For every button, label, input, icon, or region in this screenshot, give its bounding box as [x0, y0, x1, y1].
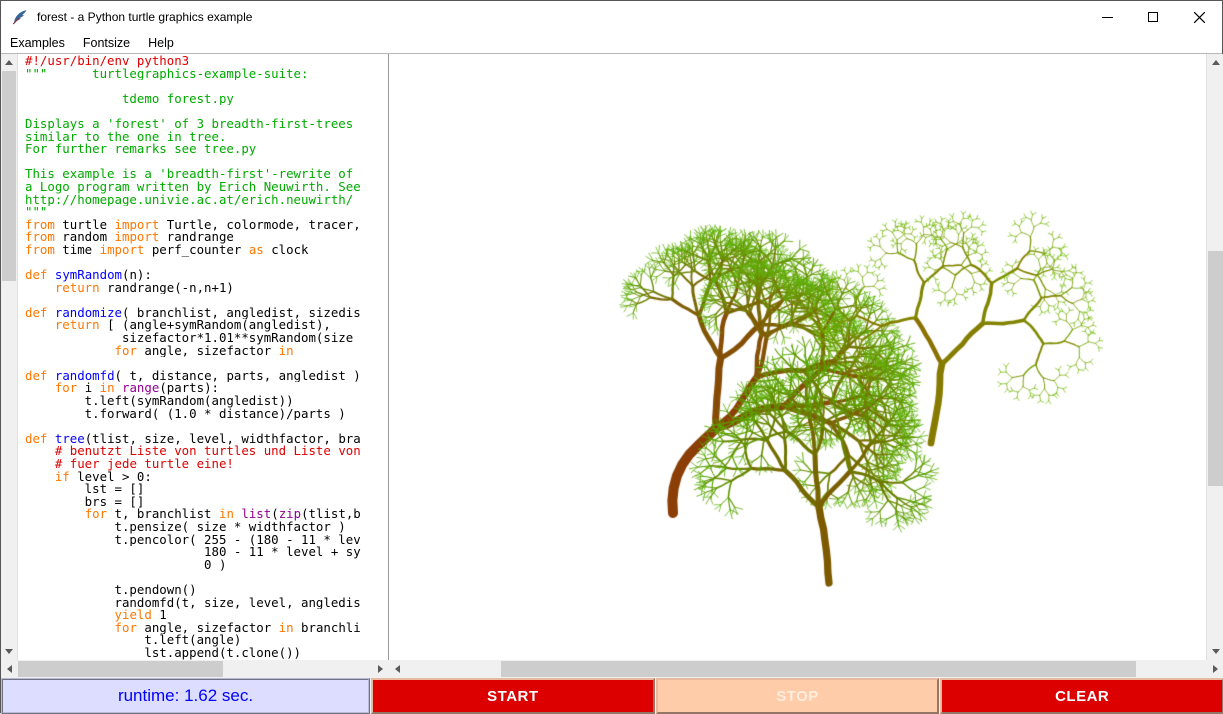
canvas-hscroll-thumb[interactable] — [501, 661, 1136, 677]
statusbar: runtime: 1.62 sec. START STOP CLEAR — [1, 678, 1223, 714]
scroll-right-icon[interactable] — [372, 660, 389, 678]
code-scrollbar-vertical[interactable] — [1, 54, 18, 660]
code-scrollbar-horizontal[interactable] — [1, 660, 389, 678]
maximize-button[interactable] — [1130, 1, 1176, 33]
code-vscroll-thumb[interactable] — [2, 71, 16, 281]
scroll-up-icon[interactable] — [1207, 54, 1223, 71]
minimize-icon — [1102, 17, 1113, 18]
close-icon — [1194, 12, 1205, 23]
scroll-left-icon[interactable] — [389, 660, 406, 678]
canvas-vscroll-thumb[interactable] — [1208, 251, 1223, 486]
menubar: Examples Fontsize Help — [1, 33, 1222, 54]
scroll-left-icon[interactable] — [1, 660, 18, 678]
window-title: forest - a Python turtle graphics exampl… — [37, 10, 252, 24]
menu-item-fontsize[interactable]: Fontsize — [74, 34, 139, 53]
stop-button[interactable]: STOP — [656, 678, 940, 714]
canvas-pane[interactable] — [389, 54, 1206, 660]
canvas-scrollbar-horizontal[interactable] — [389, 660, 1223, 678]
window-titlebar: forest - a Python turtle graphics exampl… — [1, 1, 1222, 33]
clear-button[interactable]: CLEAR — [940, 678, 1223, 714]
canvas-scrollbar-vertical[interactable] — [1206, 54, 1223, 660]
runtime-label: runtime: 1.62 sec. — [1, 678, 370, 714]
turtle-canvas[interactable] — [389, 54, 1206, 660]
code-text[interactable]: #!/usr/bin/env python3""" turtlegraphics… — [18, 54, 388, 660]
scroll-down-icon[interactable] — [1, 643, 17, 660]
menu-item-help[interactable]: Help — [139, 34, 183, 53]
start-button[interactable]: START — [371, 678, 655, 714]
scroll-right-icon[interactable] — [1207, 660, 1223, 678]
minimize-button[interactable] — [1084, 1, 1130, 33]
scroll-down-icon[interactable] — [1207, 643, 1223, 660]
code-pane[interactable]: #!/usr/bin/env python3""" turtlegraphics… — [18, 54, 389, 660]
scroll-up-icon[interactable] — [1, 54, 17, 71]
code-hscroll-thumb[interactable] — [18, 661, 223, 677]
maximize-icon — [1148, 12, 1158, 22]
app-icon — [11, 8, 29, 26]
close-button[interactable] — [1176, 1, 1222, 33]
menu-item-examples[interactable]: Examples — [1, 34, 74, 53]
